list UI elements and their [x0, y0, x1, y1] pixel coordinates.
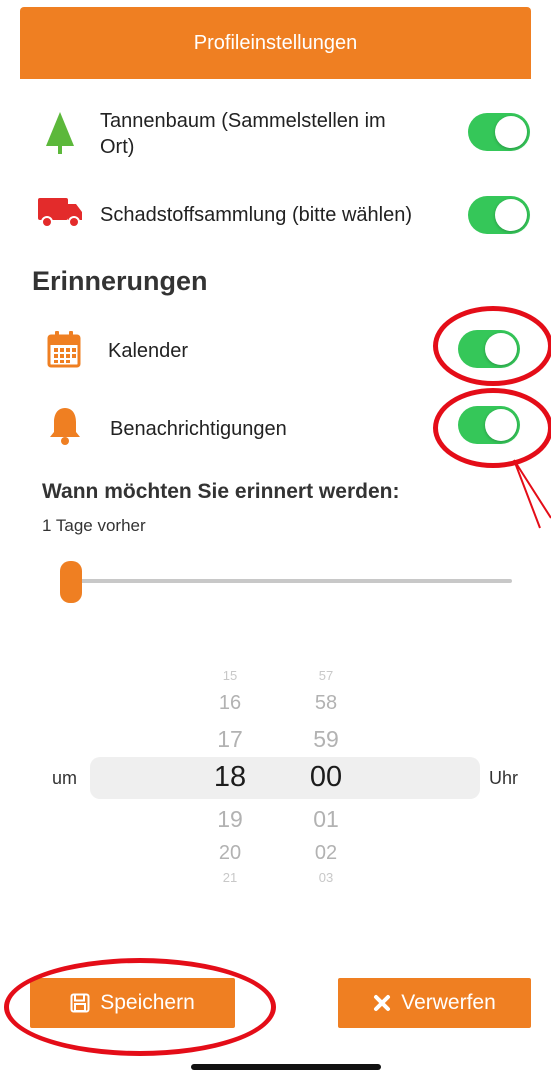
toggle-knob	[495, 116, 527, 148]
minute-option[interactable]: 58	[296, 692, 356, 715]
minute-wheel[interactable]: 57 58 59 00 01 02 03	[296, 660, 356, 890]
tannenbaum-label: Tannenbaum (Sammelstellen im Ort)	[100, 108, 450, 160]
minute-option[interactable]: 03	[296, 870, 356, 885]
schadstoff-toggle[interactable]	[468, 196, 530, 234]
annotation-ellipse-notifications	[433, 388, 551, 468]
days-slider-thumb[interactable]	[60, 561, 82, 603]
discard-button-label: Verwerfen	[401, 991, 496, 1014]
tannenbaum-toggle[interactable]	[468, 113, 530, 151]
hour-selected[interactable]: 18	[200, 761, 260, 794]
time-prefix: um	[52, 768, 78, 788]
hour-option[interactable]: 16	[200, 692, 260, 715]
calendar-icon	[47, 330, 81, 368]
annotation-ellipse-save	[4, 958, 276, 1056]
hour-option[interactable]: 17	[200, 726, 260, 753]
minute-selected[interactable]: 00	[296, 761, 356, 794]
hour-wheel[interactable]: 15 16 17 18 19 20 21	[200, 660, 260, 890]
minute-option[interactable]: 59	[296, 726, 356, 753]
days-slider-track[interactable]	[62, 579, 512, 583]
hour-option[interactable]: 21	[200, 870, 260, 885]
annotation-ellipse-calendar	[433, 306, 551, 386]
tannenbaum-label-line2: Ort)	[100, 136, 135, 158]
hour-option[interactable]: 15	[200, 668, 260, 683]
header-bar: Profileinstellungen	[20, 7, 531, 79]
reminder-days-value: 1 Tage vorher	[42, 516, 146, 535]
page-title: Profileinstellungen	[193, 31, 358, 54]
notifications-label: Benachrichtigungen	[110, 418, 287, 440]
hour-option[interactable]: 19	[200, 806, 260, 833]
schadstoff-label: Schadstoffsammlung (bitte wählen)	[100, 204, 413, 226]
time-picker-selection-band	[90, 757, 480, 799]
reminder-question: Wann möchten Sie erinnert werden:	[42, 480, 400, 503]
annotation-arrow	[510, 458, 551, 548]
minute-option[interactable]: 01	[296, 806, 356, 833]
minute-option[interactable]: 57	[296, 668, 356, 683]
tannenbaum-label-line1: Tannenbaum (Sammelstellen im	[100, 110, 386, 132]
close-icon	[373, 994, 391, 1012]
toggle-knob	[495, 199, 527, 231]
bell-icon	[48, 406, 82, 446]
minute-option[interactable]: 02	[296, 842, 356, 865]
discard-button[interactable]: Verwerfen	[338, 978, 531, 1028]
home-indicator	[191, 1064, 381, 1070]
time-suffix: Uhr	[489, 768, 519, 788]
calendar-label: Kalender	[108, 340, 189, 362]
hour-option[interactable]: 20	[200, 842, 260, 865]
truck-icon	[38, 196, 84, 230]
reminders-title: Erinnerungen	[32, 266, 208, 296]
tree-icon	[43, 112, 77, 154]
